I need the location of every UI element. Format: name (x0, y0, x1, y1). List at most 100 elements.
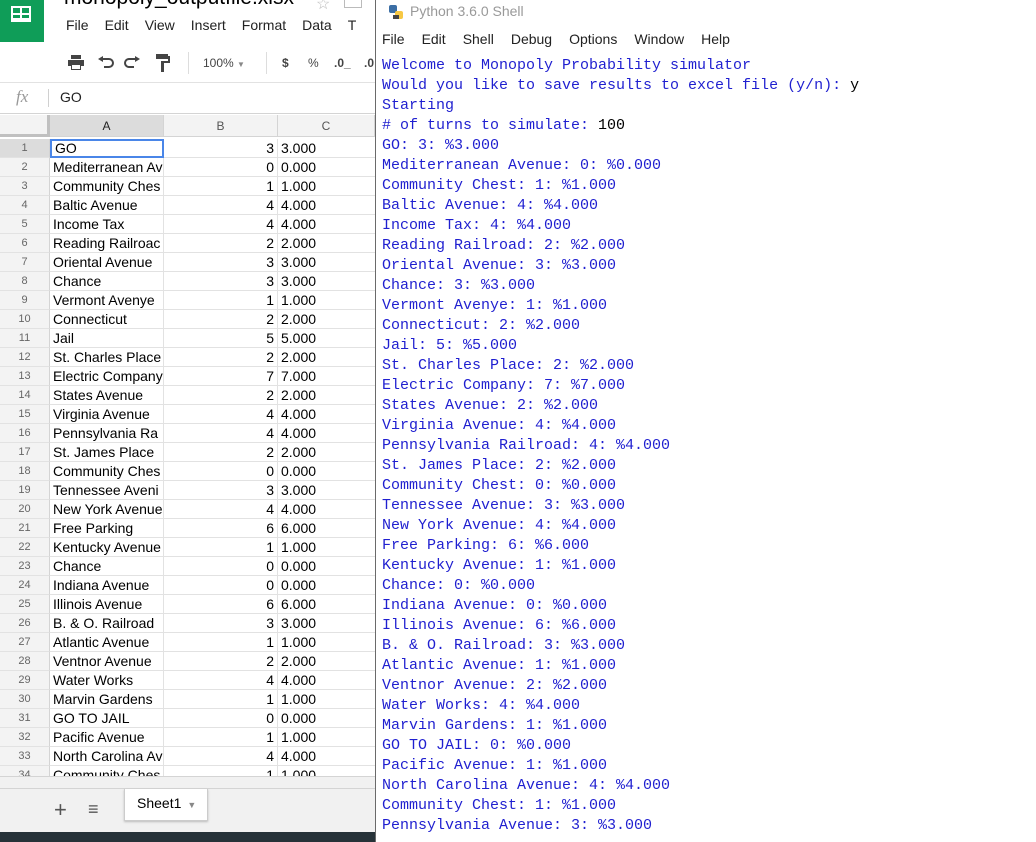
cell-name[interactable]: Electric Company (50, 367, 164, 386)
cell-name[interactable]: North Carolina Av (50, 747, 164, 766)
cell-percent[interactable]: 2.000 (278, 386, 375, 405)
row-header[interactable]: 22 (0, 538, 50, 557)
cell-count[interactable]: 0 (164, 709, 278, 728)
cell-percent[interactable]: 4.000 (278, 500, 375, 519)
menu-format[interactable]: Format (242, 17, 286, 33)
shell-menu-help[interactable]: Help (701, 31, 730, 47)
cell-name[interactable]: Tennessee Aveni (50, 481, 164, 500)
menu-insert[interactable]: Insert (191, 17, 226, 33)
cell-percent[interactable]: 4.000 (278, 671, 375, 690)
cell-count[interactable]: 0 (164, 158, 278, 177)
cell-percent[interactable]: 1.000 (278, 633, 375, 652)
cell-count[interactable]: 4 (164, 424, 278, 443)
cell-count[interactable]: 1 (164, 728, 278, 747)
document-title[interactable]: monopoly_outputfile.xlsx (64, 0, 294, 10)
row-header[interactable]: 32 (0, 728, 50, 747)
cell-count[interactable]: 4 (164, 215, 278, 234)
cell-name[interactable]: Pacific Avenue (50, 728, 164, 747)
cell-name[interactable]: Connecticut (50, 310, 164, 329)
row-header[interactable]: 15 (0, 405, 50, 424)
cell-percent[interactable]: 2.000 (278, 652, 375, 671)
cell-percent[interactable]: 0.000 (278, 709, 375, 728)
cell-percent[interactable]: 3.000 (278, 139, 375, 158)
cell-percent[interactable]: 4.000 (278, 215, 375, 234)
cell-name[interactable]: Pennsylvania Ra (50, 424, 164, 443)
increase-decimal-button[interactable]: .0 (364, 56, 374, 70)
row-header[interactable]: 8 (0, 272, 50, 291)
cell-count[interactable]: 6 (164, 595, 278, 614)
row-header[interactable]: 30 (0, 690, 50, 709)
shell-menu-shell[interactable]: Shell (463, 31, 494, 47)
cell-count[interactable]: 2 (164, 310, 278, 329)
cell-percent[interactable]: 1.000 (278, 538, 375, 557)
cell-percent[interactable]: 1.000 (278, 690, 375, 709)
chevron-down-icon[interactable]: ▼ (187, 800, 196, 810)
row-header[interactable]: 21 (0, 519, 50, 538)
cell-name[interactable]: Indiana Avenue (50, 576, 164, 595)
sheets-logo-icon[interactable] (0, 0, 44, 42)
column-header-c[interactable]: C (278, 115, 375, 137)
menu-file[interactable]: File (66, 17, 89, 33)
cell-count[interactable]: 7 (164, 367, 278, 386)
percent-format-button[interactable]: % (308, 56, 319, 70)
cell-percent[interactable]: 0.000 (278, 557, 375, 576)
row-header[interactable]: 24 (0, 576, 50, 595)
row-header[interactable]: 6 (0, 234, 50, 253)
cell-percent[interactable]: 1.000 (278, 728, 375, 747)
cell-percent[interactable]: 2.000 (278, 348, 375, 367)
cell-name[interactable]: Free Parking (50, 519, 164, 538)
cell-count[interactable]: 2 (164, 234, 278, 253)
row-header[interactable]: 4 (0, 196, 50, 215)
cell-percent[interactable]: 2.000 (278, 310, 375, 329)
cell-count[interactable]: 0 (164, 462, 278, 481)
cell-name[interactable]: B. & O. Railroad (50, 614, 164, 633)
select-all-corner[interactable] (0, 115, 50, 137)
row-header[interactable]: 29 (0, 671, 50, 690)
row-header[interactable]: 11 (0, 329, 50, 348)
row-header[interactable]: 14 (0, 386, 50, 405)
row-header[interactable]: 23 (0, 557, 50, 576)
row-header[interactable]: 31 (0, 709, 50, 728)
cell-count[interactable]: 3 (164, 481, 278, 500)
menu-data[interactable]: Data (302, 17, 332, 33)
cell-count[interactable]: 1 (164, 633, 278, 652)
cell-count[interactable]: 1 (164, 690, 278, 709)
all-sheets-icon[interactable]: ≡ (88, 799, 99, 820)
cell-count[interactable]: 2 (164, 386, 278, 405)
menu-tools[interactable]: T (348, 17, 357, 33)
cell-count[interactable]: 2 (164, 443, 278, 462)
cell-percent[interactable]: 4.000 (278, 405, 375, 424)
cell-count[interactable]: 1 (164, 291, 278, 310)
cell-name[interactable]: Marvin Gardens (50, 690, 164, 709)
cell-percent[interactable]: 1.000 (278, 177, 375, 196)
cell-count[interactable]: 0 (164, 557, 278, 576)
cell-name[interactable]: Community Ches (50, 462, 164, 481)
cell-count[interactable]: 3 (164, 253, 278, 272)
cell-percent[interactable]: 3.000 (278, 272, 375, 291)
cell-name[interactable]: Chance (50, 272, 164, 291)
row-header[interactable]: 10 (0, 310, 50, 329)
cell-percent[interactable]: 2.000 (278, 234, 375, 253)
menu-view[interactable]: View (145, 17, 175, 33)
undo-icon[interactable] (98, 56, 114, 71)
print-icon[interactable] (68, 55, 84, 73)
column-header-b[interactable]: B (164, 115, 278, 137)
row-header[interactable]: 28 (0, 652, 50, 671)
cell-percent[interactable]: 3.000 (278, 253, 375, 272)
column-header-a[interactable]: A (50, 115, 164, 137)
cell-count[interactable]: 3 (164, 272, 278, 291)
cell-name[interactable]: Income Tax (50, 215, 164, 234)
formula-input[interactable]: GO (60, 89, 82, 105)
row-header[interactable]: 2 (0, 158, 50, 177)
shell-menu-file[interactable]: File (382, 31, 405, 47)
cell-count[interactable]: 6 (164, 519, 278, 538)
cell-count[interactable]: 4 (164, 500, 278, 519)
star-icon[interactable]: ☆ (316, 0, 330, 14)
row-header[interactable]: 26 (0, 614, 50, 633)
cell-name[interactable]: Chance (50, 557, 164, 576)
cell-name[interactable]: Reading Railroac (50, 234, 164, 253)
sheet-tab[interactable]: Sheet1 ▼ (124, 789, 208, 821)
row-header[interactable]: 19 (0, 481, 50, 500)
cell-name[interactable]: Ventnor Avenue (50, 652, 164, 671)
folder-icon[interactable] (344, 0, 362, 8)
